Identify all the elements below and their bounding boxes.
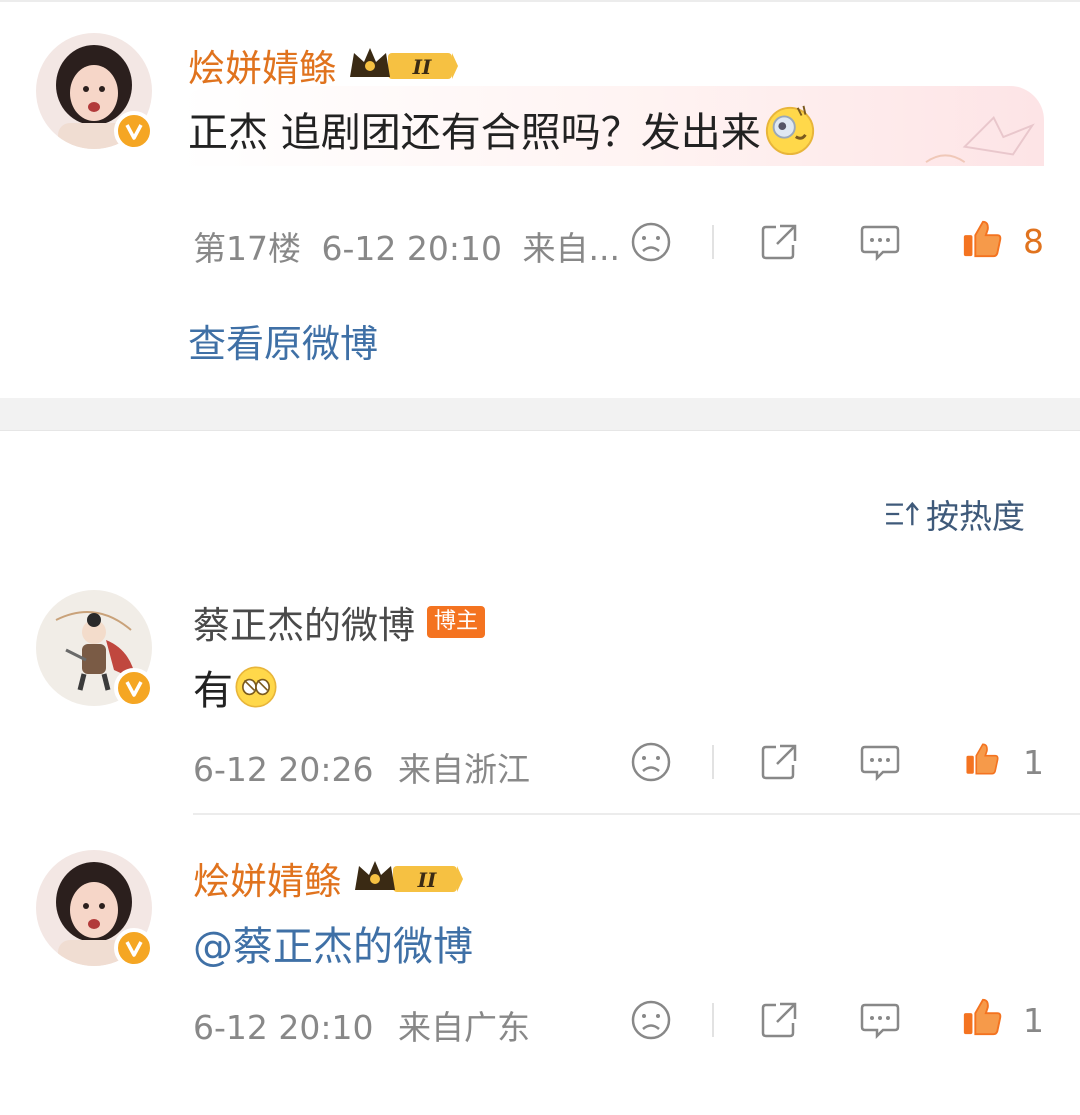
mention-link[interactable]: @蔡正杰的微博 — [193, 914, 473, 972]
comment-text: 正杰 追剧团还有合照吗？发出来 — [188, 110, 761, 156]
sort-label: 按热度 — [926, 497, 1025, 536]
verified-v-icon — [114, 668, 154, 708]
section-separator — [0, 398, 1080, 431]
crown-badge-icon[interactable]: II — [353, 857, 463, 899]
emoji-icon — [235, 666, 277, 708]
verified-v-icon — [114, 928, 154, 968]
author-badge: 博主 — [427, 606, 486, 638]
comment-source: 来自浙江 — [398, 750, 530, 789]
comment-source: 来自广东 — [398, 1008, 530, 1047]
comment-author[interactable]: 烩姘婧鲦 — [193, 851, 341, 905]
share-icon[interactable] — [758, 741, 800, 783]
comment-time: 6-12 20:26 — [193, 750, 374, 789]
comment-time: 6-12 20:10 — [193, 1008, 374, 1047]
comment-source: 来自... — [522, 229, 620, 268]
like-count: 8 — [1023, 222, 1044, 261]
comment-text: 有 — [193, 668, 233, 714]
svg-text:II: II — [417, 868, 437, 892]
dislike-icon[interactable] — [630, 221, 672, 263]
like-icon[interactable] — [964, 741, 1000, 777]
like-icon[interactable] — [961, 218, 1003, 260]
dislike-icon[interactable] — [630, 741, 672, 783]
like-count: 1 — [1023, 743, 1044, 782]
comment-time: 6-12 20:10 — [321, 229, 503, 268]
avatar[interactable] — [36, 590, 154, 708]
top-border — [0, 0, 1080, 2]
comment-author[interactable]: 蔡正杰的微博 — [193, 595, 415, 649]
paper-crane-decoration — [925, 116, 1035, 163]
action-divider — [712, 225, 714, 259]
floor-label: 第17楼 — [193, 229, 301, 268]
reply-divider — [193, 813, 1080, 815]
crown-badge-icon[interactable]: II — [348, 44, 458, 86]
dislike-icon[interactable] — [630, 999, 672, 1041]
comment-author[interactable]: 烩姘婧鲦 — [188, 38, 336, 92]
share-icon[interactable] — [758, 221, 800, 263]
action-divider — [712, 1003, 714, 1037]
comment-icon[interactable] — [859, 221, 901, 263]
sort-button[interactable]: 按热度 — [884, 490, 1025, 538]
comment-icon[interactable] — [859, 999, 901, 1041]
action-divider — [712, 745, 714, 779]
svg-text:II: II — [412, 55, 432, 79]
view-original-link[interactable]: 查看原微博 — [188, 313, 378, 368]
share-icon[interactable] — [758, 999, 800, 1041]
sort-icon — [886, 501, 919, 526]
like-count: 1 — [1023, 1001, 1044, 1040]
avatar[interactable] — [36, 850, 154, 968]
comment-icon[interactable] — [859, 741, 901, 783]
avatar[interactable] — [36, 33, 154, 151]
like-icon[interactable] — [961, 996, 1003, 1038]
verified-v-icon — [114, 111, 154, 151]
emoji-icon — [765, 105, 814, 156]
